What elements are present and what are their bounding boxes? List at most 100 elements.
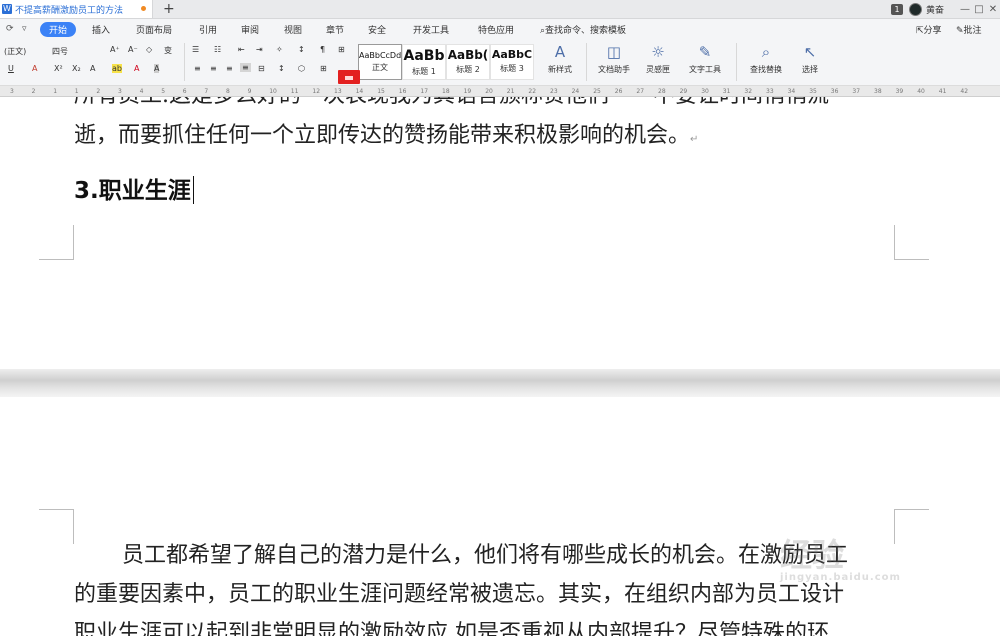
style-heading-1[interactable]: AaBb 标题 1 [402,44,446,80]
ruler-tick: 17 [420,88,429,95]
inspiration-label: 灵感匣 [646,65,670,74]
paragraph-line[interactable]: 员工都希望了解自己的潜力是什么，他们将有哪些成长的机会。在激励员工 [74,539,898,573]
comment-button[interactable]: ✎批注 [956,23,982,36]
ruler-tick: 30 [701,88,709,95]
align-right-icon[interactable]: ≡ [226,64,233,73]
align-left-icon[interactable]: ≡ [194,64,201,73]
tab-page-layout[interactable]: 页面布局 [136,23,172,36]
font-color-button[interactable]: A [134,64,139,73]
sort-icon[interactable]: ↕ [298,45,305,54]
document-page-1[interactable]: 所有员工.这是多么好的一次表现我为其语言颁称赞他们——不要让时间悄悄流 逝，而要… [0,97,1000,369]
new-tab-button[interactable]: + [163,1,175,17]
decrease-indent-icon[interactable]: ⇤ [238,45,245,54]
home-toolbar: (正文) 四号 A⁺ A⁻ ◇ 变 U A X² X₂ A ab A A ☰ ☷… [0,41,1000,86]
ruler-tick: 35 [809,88,817,95]
user-avatar[interactable] [908,2,922,16]
style-heading-3-label: 标题 3 [500,64,524,73]
tab-developer[interactable]: 开发工具 [413,23,449,36]
bullet-list-icon[interactable]: ☰ [192,45,199,54]
doc-assistant-label: 文档助手 [598,65,630,74]
shading-icon[interactable]: ⬡ [298,64,305,73]
maximize-button[interactable]: □ [972,4,986,15]
minimize-button[interactable]: — [958,4,972,15]
doc-assistant-button[interactable]: ◫ 文档助手 [592,43,636,75]
font-size-select[interactable]: 四号 [52,46,68,57]
ruler-tick: 22 [528,88,537,95]
ruler-tick: 11 [290,88,299,95]
font-style-select[interactable]: (正文) [4,46,26,57]
ruler-tick: 9 [247,88,252,95]
tab-references[interactable]: 引用 [199,23,217,36]
quick-access-dropdown-icon[interactable]: ▿ [22,24,27,34]
superscript-button[interactable]: X² [54,64,63,73]
ruler-tick: 15 [377,88,385,95]
close-window-button[interactable]: ✕ [986,4,1000,15]
select-button[interactable]: ↖ 选择 [794,43,826,75]
align-center-icon[interactable]: ≡ [210,64,217,73]
ruler-tick: 2 [96,88,101,95]
notification-badge[interactable]: 1 [890,3,903,15]
increase-indent-icon[interactable]: ⇥ [256,45,263,54]
tab-insert[interactable]: 插入 [92,23,110,36]
chinese-layout-icon[interactable]: ✧ [276,45,283,54]
document-tab[interactable]: W 不提高薪酬激励员工的方法 [0,0,153,18]
ruler-tick: 28 [658,88,666,95]
share-button[interactable]: ⇱分享 [916,23,942,36]
subscript-button[interactable]: X₂ [72,64,81,73]
show-marks-icon[interactable]: ¶ [320,45,325,54]
line-spacing-icon[interactable]: ↕ [278,64,285,73]
ribbon-menu-bar: ⟳ ▿ 开始 插入 页面布局 引用 审阅 视图 章节 安全 开发工具 特色应用 … [0,19,1000,41]
char-shading-button[interactable]: A [154,64,160,73]
phonetic-guide-icon[interactable]: 变 [164,45,172,56]
text-tools-button[interactable]: ✎ 文字工具 [680,43,730,75]
underline-button[interactable]: U [8,64,14,73]
find-replace-button[interactable]: ⌕ 查找替换 [742,43,790,75]
ruler-tick: 5 [161,88,166,95]
shrink-font-button[interactable]: A⁻ [128,45,138,54]
style-heading-3[interactable]: AaBbC 标题 3 [490,44,534,80]
ruler-tick: 20 [485,88,493,95]
justify-icon[interactable]: ≡ [240,63,251,72]
document-page-2[interactable]: 员工都希望了解自己的潜力是什么，他们将有哪些成长的机会。在激励员工 的重要因素中… [0,397,1000,636]
ruler-tick: 23 [550,88,558,95]
strikethrough-button[interactable]: A [32,64,37,73]
borders-icon[interactable]: ⊞ [320,64,327,73]
section-heading[interactable]: 3.职业生涯 [74,171,194,205]
tab-home[interactable]: 开始 [40,22,77,37]
page-corner-mark [894,225,929,260]
horizontal-ruler[interactable]: 3 2 1 1 2 3 4 5 6 7 8 9 10 11 12 13 14 15 16 17 18 19 20 21 22 23… [0,86,1000,97]
paragraph-line[interactable]: 职业生涯可以起到非常明显的激励效应.如是否重视从内部提升？尽管特殊的环 [74,617,898,636]
grow-font-button[interactable]: A⁺ [110,45,120,54]
tab-chapter[interactable]: 章节 [326,23,344,36]
paragraph-line[interactable]: 逝，而要抓住任何一个立即传达的赞扬能带来积极影响的机会。↵ [74,119,898,157]
style-heading-2[interactable]: AaBb( 标题 2 [446,44,490,80]
tab-special-apps[interactable]: 特色应用 [478,23,514,36]
new-style-button[interactable]: A 新样式 [540,43,580,75]
ruler-tick: 2 [31,88,36,95]
redo-icon[interactable]: ⟳ [6,24,14,34]
distributed-align-icon[interactable]: ⊟ [258,64,265,73]
unsaved-dot-icon [141,6,146,11]
style-heading-2-label: 标题 2 [456,65,480,74]
command-search[interactable]: ⌕查找命令、搜索模板 [540,23,626,36]
paragraph-line[interactable]: 的重要因素中，员工的职业生涯问题经常被遗忘。其实，在组织内部为员工设计 [74,578,898,612]
wrench-icon: ✎ [698,43,712,61]
user-name[interactable]: 黄奋 [926,3,944,16]
heading-text: 3.职业生涯 [74,178,191,204]
inspiration-button[interactable]: ☼ 灵感匣 [640,43,676,75]
title-tab-bar: W 不提高薪酬激励员工的方法 + 1 黄奋 — □ ✕ [0,0,1000,19]
tab-view[interactable]: 视图 [284,23,302,36]
document-tab-title: 不提高薪酬激励员工的方法 [15,5,124,16]
paragraph-clipped-line[interactable]: 所有员工.这是多么好的一次表现我为其语言颁称赞他们——不要让时间悄悄流 [74,97,898,113]
table-border-icon[interactable]: ⊞ [338,45,345,54]
watermark-sub: jingyan.baidu.com [780,572,901,583]
style-normal[interactable]: AaBbCcDd 正文 [358,44,402,80]
clear-format-icon[interactable]: ◇ [146,45,152,54]
highlight-button[interactable]: ab [112,64,122,73]
style-heading-3-sample: AaBbC [491,48,533,61]
tab-security[interactable]: 安全 [368,23,386,36]
numbered-list-icon[interactable]: ☷ [214,45,221,54]
tab-review[interactable]: 审阅 [241,23,259,36]
text-effect-button[interactable]: A [90,64,95,73]
style-heading-1-sample: AaBb [403,48,445,64]
